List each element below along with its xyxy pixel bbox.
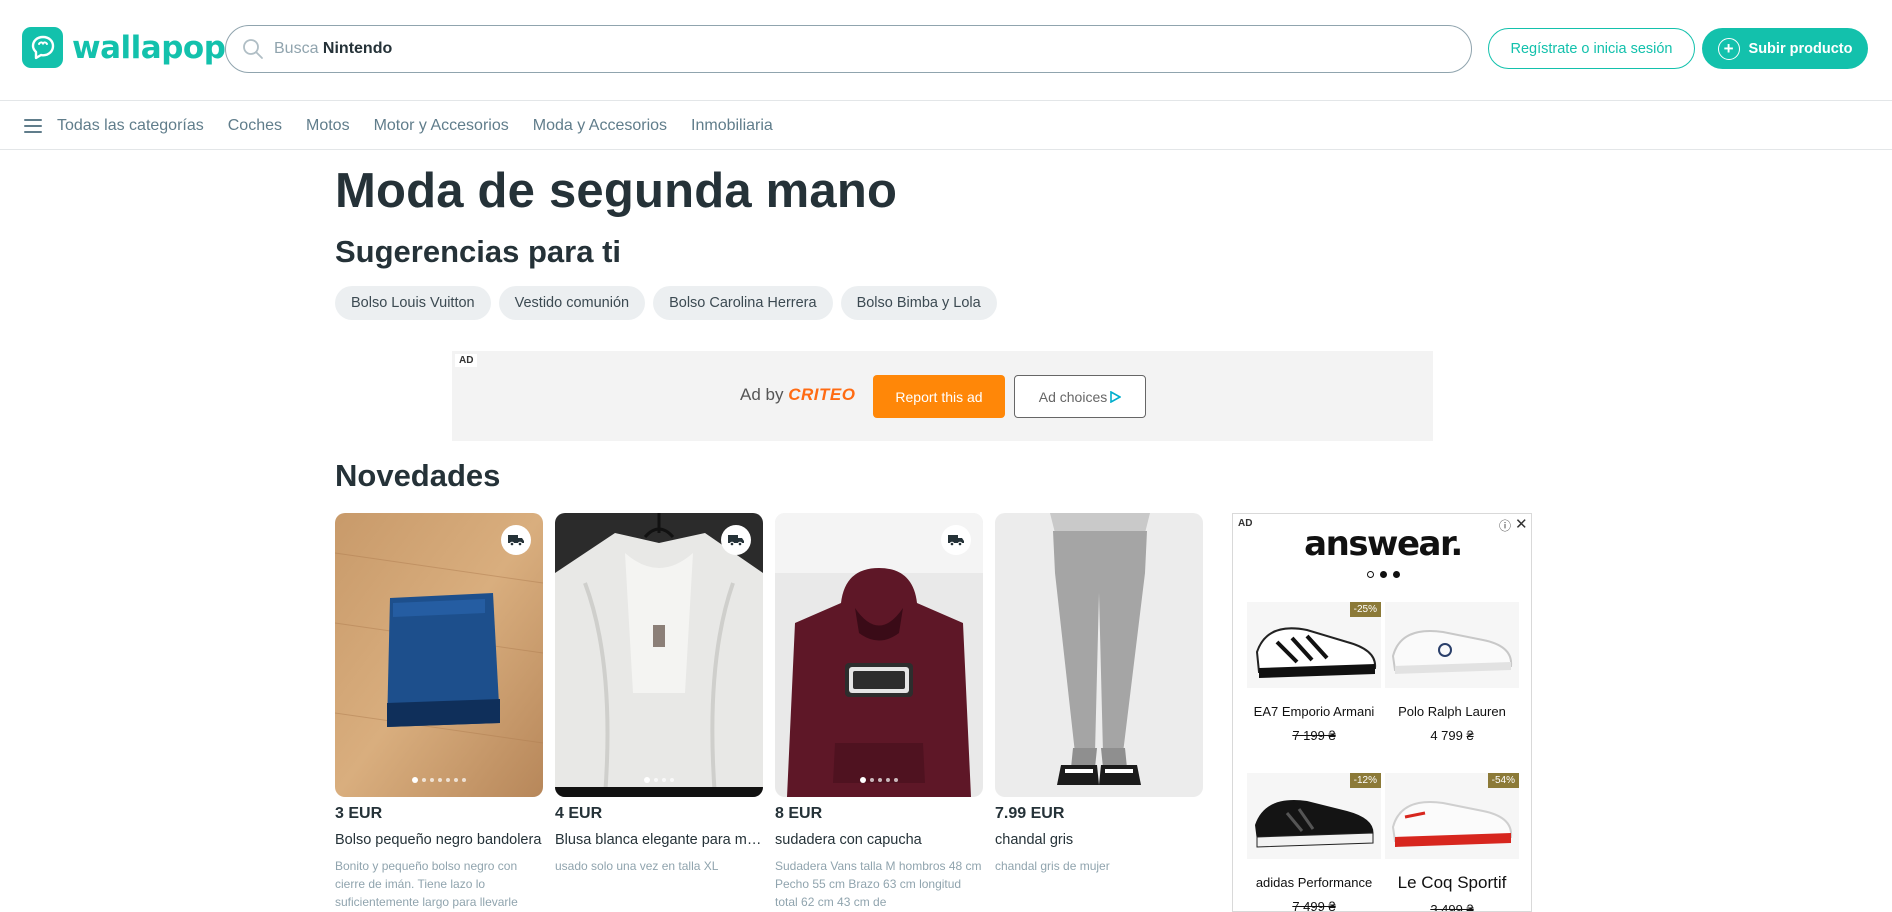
discount-badge: -25% [1349, 602, 1381, 617]
product-title: chandal gris [995, 832, 1074, 848]
product-card[interactable]: 4 EUR Blusa blanca elegante para mujer u… [555, 513, 763, 875]
category-motor-accesorios[interactable]: Motor y Accesorios [374, 117, 509, 135]
product-card[interactable]: 8 EUR sudadera con capucha Sudadera Vans… [775, 513, 983, 911]
discount-badge: -12% [1349, 773, 1381, 788]
product-description: Bonito y pequeño bolso negro con cierre … [335, 859, 518, 909]
product-image [995, 513, 1203, 797]
suggestion-chip[interactable]: Bolso Louis Vuitton [335, 286, 491, 320]
ad-product-name: Polo Ralph Lauren [1398, 704, 1506, 719]
ad-product-price: 7 199 ₴ [1292, 728, 1336, 743]
product-card[interactable]: 3 EUR Bolso pequeño negro bandolera Boni… [335, 513, 543, 911]
category-inmobiliaria[interactable]: Inmobiliaria [691, 117, 773, 135]
shipping-icon [501, 525, 531, 555]
ad-product-name: adidas Performance [1255, 875, 1373, 890]
product-card[interactable]: 7.99 EUR chandal gris chandal gris de mu… [995, 513, 1203, 875]
ad-product-name: EA7 Emporio Armani [1253, 704, 1375, 719]
wallapop-logo[interactable]: wallapop [22, 27, 226, 68]
product-price: 8 EUR [775, 805, 823, 822]
product-title: Blusa blanca elegante para mujer [555, 832, 763, 848]
report-ad-button[interactable]: Report this ad [873, 375, 1005, 418]
answear-logo: answear. [1304, 524, 1463, 564]
ad-by-label: Ad by CRITEO [740, 385, 856, 404]
ad-product-image: -25% [1247, 602, 1381, 688]
ad-product-price: 7 499 ₴ [1292, 899, 1336, 912]
wallapop-logo-icon [22, 27, 63, 68]
image-pager-dots [775, 777, 983, 783]
answear-side-ad[interactable]: AD ⓘ ✕ answear. -25% EA7 Emporio Armani … [1232, 513, 1532, 912]
search-placeholder: Busca Nintendo [274, 40, 393, 57]
ad-product[interactable]: -12% adidas Performance 7 499 ₴ [1247, 773, 1381, 912]
shipping-icon [941, 525, 971, 555]
product-description: usado solo una vez en talla XL [555, 859, 719, 873]
plus-icon: + [1717, 37, 1740, 60]
ad-product[interactable]: -54% Le Coq Sportif 3 499 ₴ [1385, 773, 1519, 912]
carousel-dots[interactable] [1233, 571, 1531, 578]
menu-icon[interactable] [24, 118, 42, 133]
ad-product-price: 4 799 ₴ [1430, 728, 1474, 743]
category-moda-accesorios[interactable]: Moda y Accesorios [533, 117, 667, 135]
login-register-label: Regístrate o inicia sesión [1510, 40, 1673, 57]
category-all[interactable]: Todas las categorías [57, 117, 204, 135]
suggestion-chip[interactable]: Vestido comunión [498, 286, 646, 320]
category-nav: Todas las categorías Coches Motos Motor … [0, 102, 1892, 150]
search-icon [243, 39, 263, 59]
product-description: Sudadera Vans talla M hombros 48 cm Pech… [775, 859, 982, 909]
image-pager-dots [335, 777, 543, 783]
discount-badge: -54% [1487, 773, 1519, 788]
product-image [555, 513, 763, 797]
suggestion-chip[interactable]: Bolso Bimba y Lola [840, 286, 997, 320]
product-image [775, 513, 983, 797]
search-input[interactable]: Busca Nintendo [225, 25, 1472, 73]
ad-product-image: -54% [1385, 773, 1519, 859]
image-pager-dots [555, 777, 763, 783]
ad-product-image [1385, 602, 1519, 688]
page-title: Moda de segunda mano [335, 164, 898, 218]
novedades-title: Novedades [335, 458, 501, 493]
ad-product-price: 3 499 ₴ [1430, 902, 1474, 912]
top-header: wallapop Busca Nintendo Regístrate o ini… [0, 0, 1892, 101]
product-title: sudadera con capucha [775, 832, 922, 848]
product-description: chandal gris de mujer [995, 859, 1110, 873]
logo-text: wallapop [72, 29, 226, 66]
product-price: 4 EUR [555, 805, 603, 822]
upload-product-label: Subir producto [1748, 40, 1853, 57]
ad-choices-button[interactable]: Ad choices [1014, 375, 1146, 418]
product-price: 7.99 EUR [995, 805, 1065, 822]
login-register-button[interactable]: Regístrate o inicia sesión [1488, 28, 1695, 69]
product-image [335, 513, 543, 797]
shipping-icon [721, 525, 751, 555]
ad-product-name: Le Coq Sportif [1397, 873, 1507, 892]
suggestion-chip[interactable]: Bolso Carolina Herrera [653, 286, 833, 320]
criteo-logo: CRITEO [788, 385, 856, 404]
ad-choices-icon [1110, 390, 1122, 403]
upload-product-button[interactable]: + Subir producto [1702, 28, 1868, 69]
category-motos[interactable]: Motos [306, 117, 350, 135]
suggestions-title: Sugerencias para ti [335, 234, 622, 269]
ad-product[interactable]: -25% EA7 Emporio Armani 7 199 ₴ [1247, 602, 1381, 743]
ad-tag: AD [455, 354, 478, 367]
criteo-ad-banner[interactable]: AD Ad by CRITEO Report this ad Ad choice… [452, 351, 1433, 441]
ad-product-image: -12% [1247, 773, 1381, 859]
product-price: 3 EUR [335, 805, 383, 822]
product-title: Bolso pequeño negro bandolera [335, 832, 542, 848]
suggestion-chips: Bolso Louis Vuitton Vestido comunión Bol… [335, 286, 1005, 320]
category-coches[interactable]: Coches [228, 117, 282, 135]
ad-product[interactable]: Polo Ralph Lauren 4 799 ₴ [1385, 602, 1519, 743]
